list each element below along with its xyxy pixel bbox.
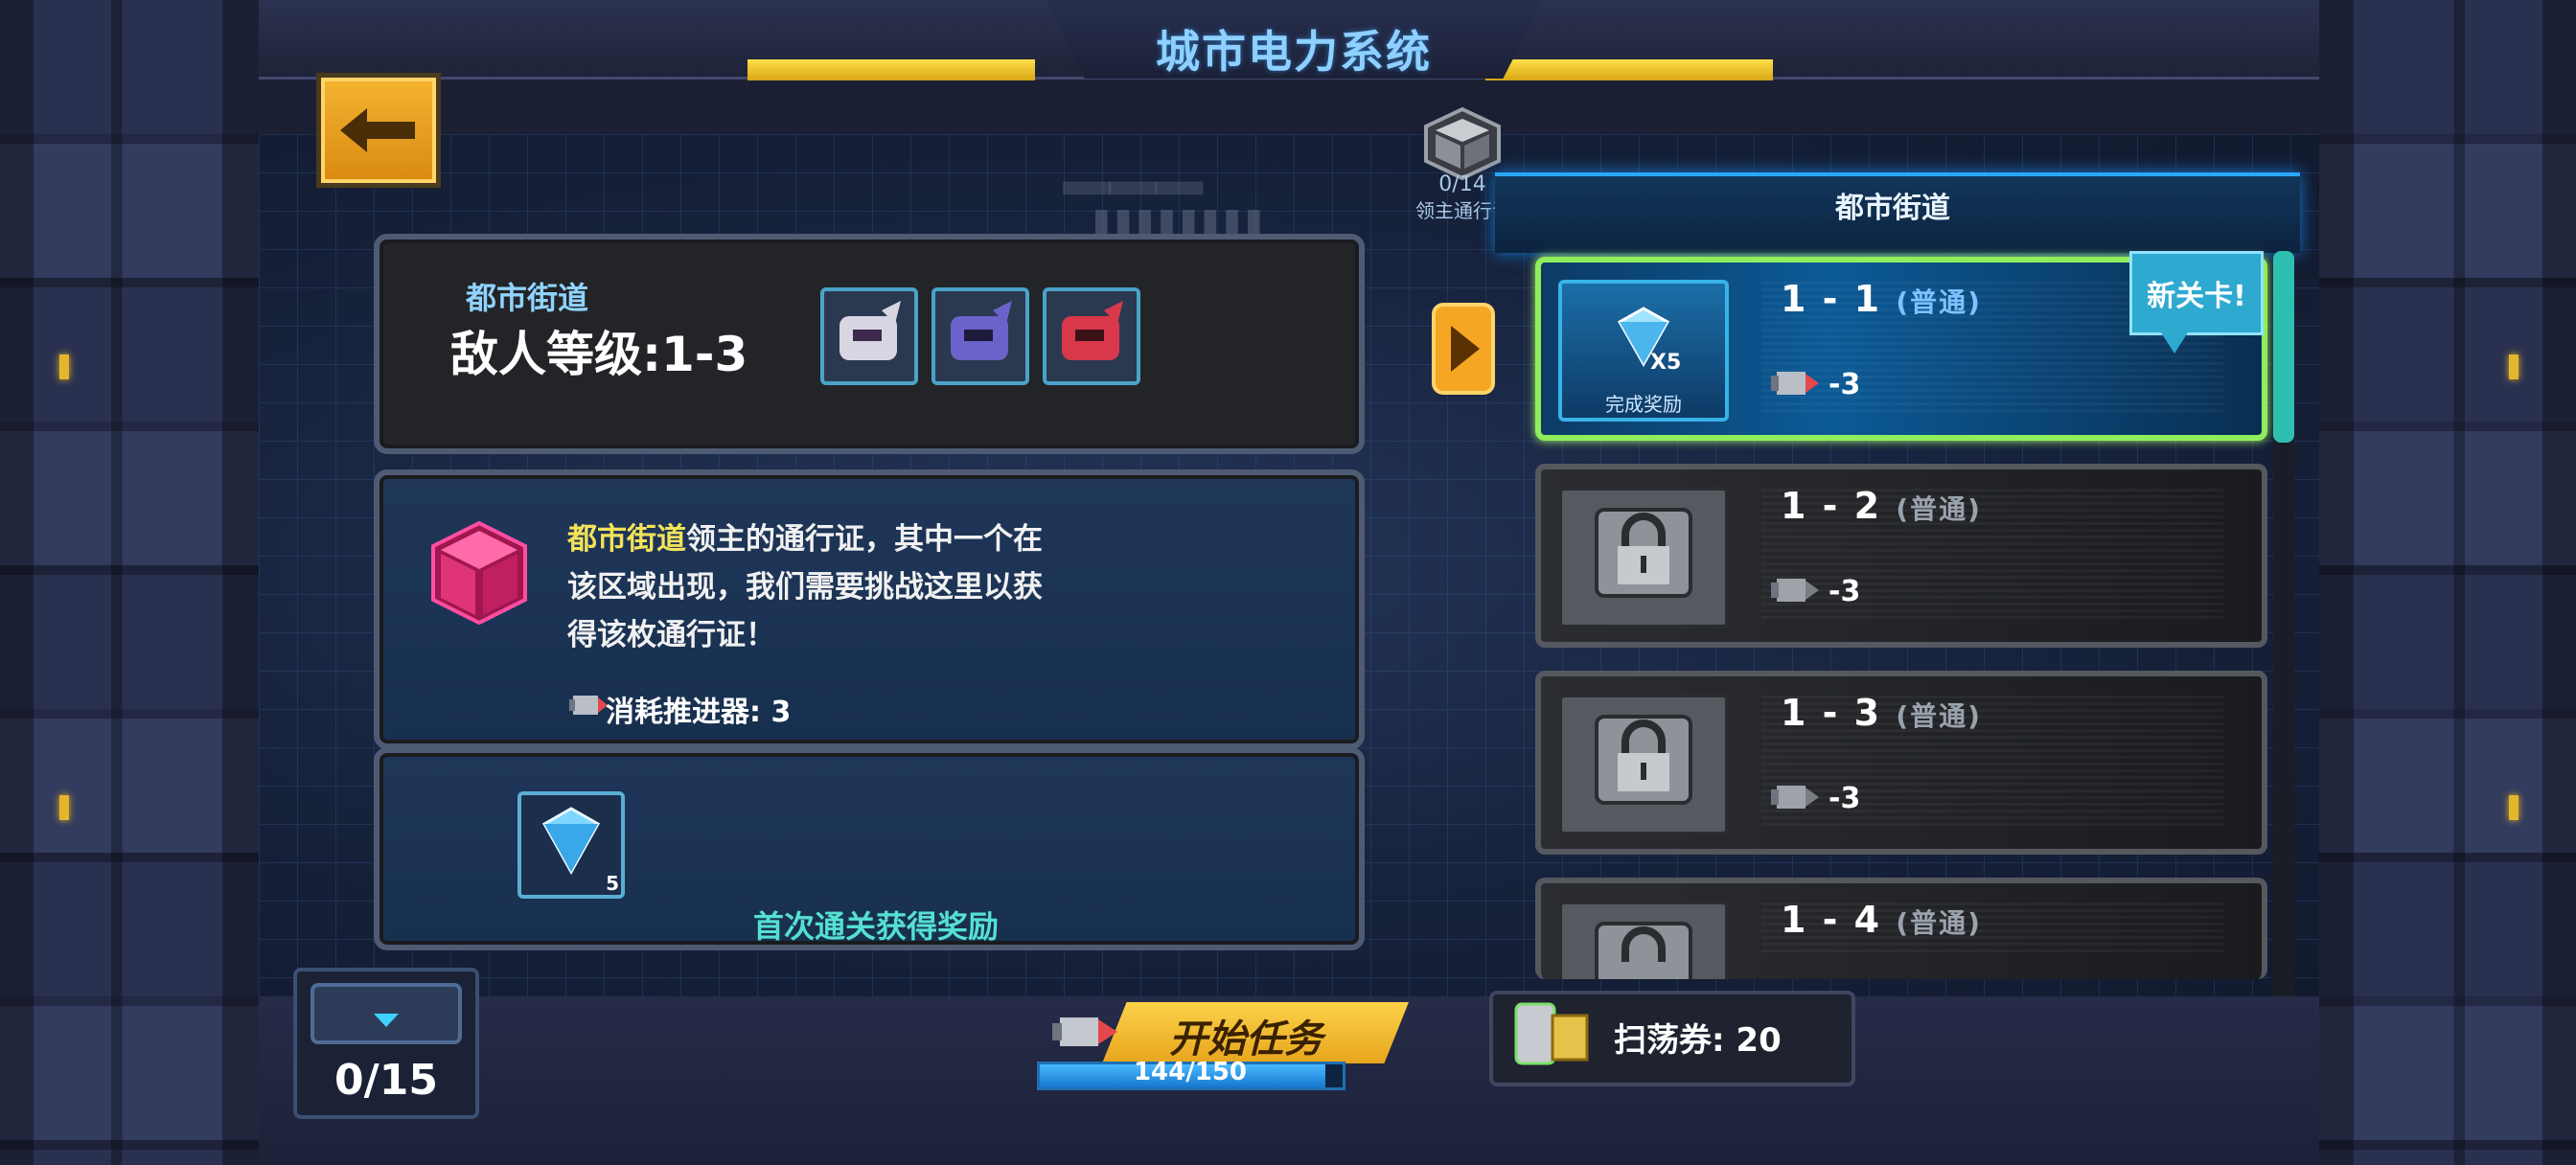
booster-icon [569, 696, 608, 715]
level-reward-box: X5 完成奖励 [1558, 280, 1729, 422]
right-frame [2298, 0, 2576, 1165]
area-header-label: 都市街道 [1835, 192, 1950, 225]
enemy-level: 敌人等级:1-3 [450, 327, 748, 382]
level-number: 1 - 4 [1781, 899, 1882, 941]
level-cost: -3 [1767, 772, 1911, 824]
description-panel: 都市街道领主的通行证，其中一个在 该区域出现，我们需要挑战这里以获 得该枚通行证… [374, 469, 1365, 749]
level-cost-value: -3 [1828, 368, 1861, 401]
enemy-portrait[interactable] [820, 287, 918, 385]
level-card[interactable]: 1 - 3 (普通) -3 [1535, 671, 2267, 855]
level-cost: -3 [1767, 358, 1911, 410]
level-reward-label: 完成奖励 [1605, 393, 1682, 416]
level-card[interactable]: 1 - 2 (普通) -3 [1535, 464, 2267, 648]
chest-counter[interactable]: 0/15 [293, 968, 479, 1119]
description-text: 都市街道领主的通行证，其中一个在 该区域出现，我们需要挑战这里以获 得该枚通行证… [567, 515, 1104, 659]
reward-panel: 5 首次通关获得奖励 [374, 747, 1365, 950]
pass-cube-icon [1424, 106, 1501, 181]
select-arrow-button[interactable] [1432, 303, 1495, 395]
booster-icon [1771, 372, 1819, 395]
level-cost-value: -3 [1828, 575, 1861, 608]
level-difficulty: (普通) [1896, 907, 1982, 939]
chest-count: 0/15 [334, 1056, 438, 1105]
description-highlight: 都市街道 [567, 522, 686, 557]
level-name: 1 - 2 (普通) [1781, 485, 1982, 527]
enemy-portrait[interactable] [932, 287, 1029, 385]
level-difficulty: (普通) [1896, 493, 1982, 525]
sweep-ticket-count: 扫荡券: 20 [1614, 1021, 1782, 1060]
level-lock-box [1558, 901, 1729, 979]
page-title: 城市电力系统 [1156, 26, 1432, 78]
level-name: 1 - 3 (普通) [1781, 692, 1982, 734]
description-line2: 该区域出现，我们需要挑战这里以获 [567, 570, 1043, 605]
enemy-info-panel: 都市街道 敌人等级:1-3 [374, 234, 1365, 454]
frame-light [2509, 354, 2518, 379]
level-card[interactable]: 1 - 4 (普通) [1535, 878, 2267, 979]
level-number: 1 - 1 [1781, 278, 1882, 320]
top-accent-bar [748, 59, 1035, 80]
description-line3: 得该枚通行证！ [567, 618, 775, 652]
level-cost-value: -3 [1828, 782, 1861, 815]
robot-enemy-icon [1062, 301, 1123, 360]
play-arrow-icon [1432, 303, 1495, 395]
frame-light [2509, 795, 2518, 820]
lock-icon [1595, 715, 1692, 805]
level-lock-box [1558, 694, 1729, 835]
level-name: 1 - 1 (普通) [1781, 278, 1982, 320]
booster-icon [1771, 579, 1819, 602]
reward-count: 5 [606, 872, 619, 895]
level-lock-box [1558, 487, 1729, 628]
level-cost: -3 [1767, 565, 1911, 617]
reward-slot[interactable]: 5 [518, 791, 625, 899]
booster-icon [1052, 1017, 1117, 1046]
sweep-ticket-icon [1514, 1002, 1589, 1065]
reward-caption: 首次通关获得奖励 [753, 908, 1000, 945]
new-level-tag: 新关卡! [2129, 251, 2264, 354]
level-difficulty: (普通) [1896, 700, 1982, 732]
description-line1: 领主的通行证，其中一个在 [686, 522, 1043, 557]
robot-enemy-icon [951, 301, 1012, 360]
level-reward-count: X5 [1650, 351, 1682, 375]
frame-light [59, 795, 69, 820]
frame-light [59, 354, 69, 379]
back-button[interactable] [316, 73, 441, 188]
lock-icon [1595, 922, 1692, 979]
level-list-scroll-thumb[interactable] [2273, 251, 2294, 443]
diamond-icon [1617, 307, 1670, 368]
enemy-portrait[interactable] [1043, 287, 1140, 385]
chest-icon [310, 983, 462, 1044]
level-name: 1 - 4 (普通) [1781, 899, 1982, 941]
start-mission-label: 开始任务 [1169, 1017, 1322, 1062]
pink-cube-icon [431, 520, 527, 626]
energy-text: 144/150 [1133, 1058, 1248, 1086]
level-number: 1 - 3 [1781, 692, 1882, 734]
left-frame [0, 0, 278, 1165]
level-difficulty: (普通) [1896, 286, 1982, 318]
booster-icon [1771, 786, 1819, 809]
lock-icon [1595, 508, 1692, 598]
booster-cost: 消耗推进器: 3 [606, 696, 792, 729]
area-name: 都市街道 [466, 280, 589, 316]
back-arrow-icon [340, 108, 415, 152]
robot-enemy-icon [840, 301, 901, 360]
level-number: 1 - 2 [1781, 485, 1882, 527]
